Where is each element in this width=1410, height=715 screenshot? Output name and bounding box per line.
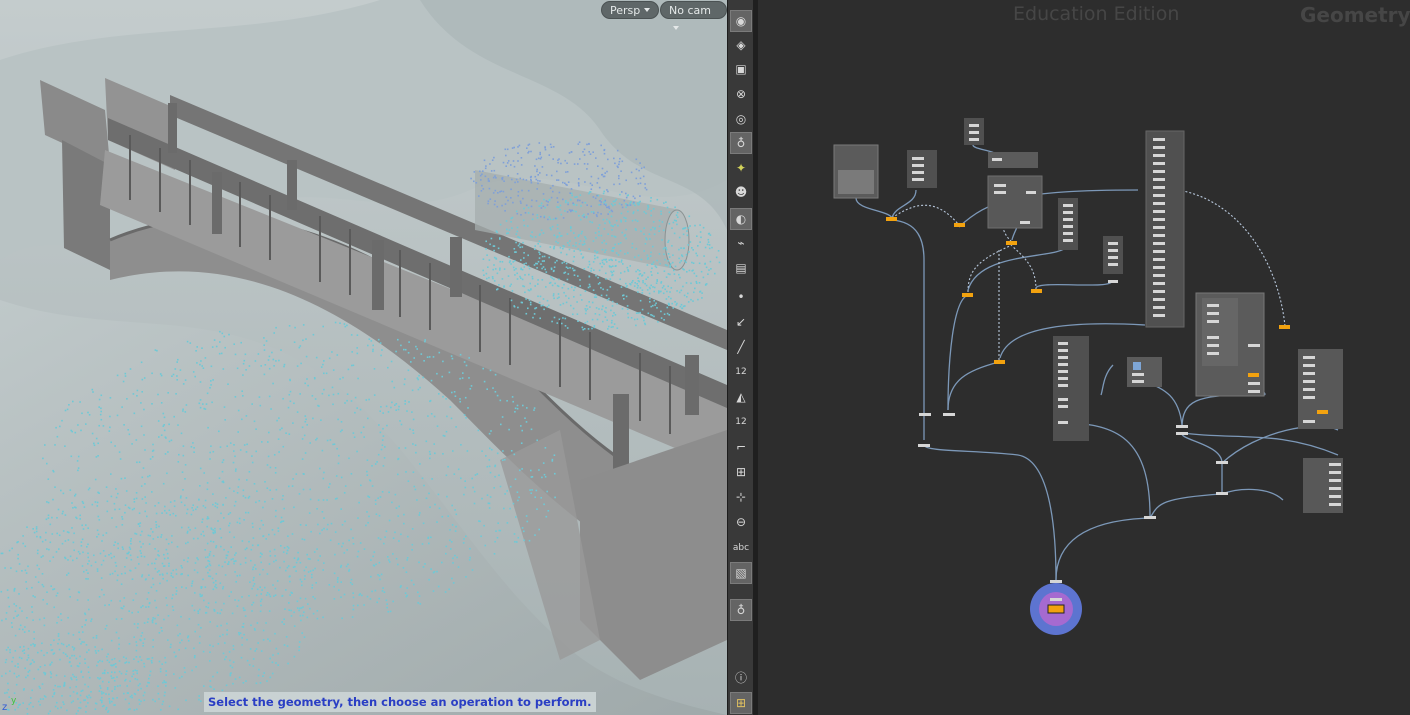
camera-select-menu[interactable]: No cam [660,1,727,30]
bulb-icon[interactable]: ♁ [730,132,752,154]
flipbook-icon[interactable]: ♁ [730,599,752,621]
axis-y-label: y [11,696,17,706]
camera-mode-menu[interactable]: Persp [601,1,660,19]
shading-mode-icon[interactable]: ◐ [730,208,752,230]
node-wires [855,144,1339,581]
node-merge-a [833,144,879,199]
point-numbers-label: 12 [735,367,747,377]
network-graph [833,118,1343,635]
axis-z-label: z [2,702,8,713]
background-image-icon[interactable]: ▧ [730,562,752,584]
chevron-down-icon [644,8,651,12]
skull-icon[interactable]: ☻ [730,181,752,203]
camera-view-icon[interactable]: ▤ [730,257,752,279]
lock-camera-icon[interactable]: ▣ [730,58,752,80]
corner-icon[interactable]: ⌐ [730,436,752,458]
chevron-down-icon [673,26,679,30]
scene-viewport[interactable]: Persp No cam Select the geometry, then c… [0,0,727,715]
bulb-green-icon[interactable]: ✦ [730,157,752,179]
display-options-icon[interactable]: ◈ [730,34,752,56]
text-abc-icon[interactable]: abc [730,537,752,559]
camera-link-icon[interactable]: ⌁ [730,232,752,254]
point-icon[interactable]: • [730,286,752,308]
text-abc-label: abc [732,543,750,553]
point-numbers-icon[interactable]: 12 [730,361,752,383]
headlight-icon[interactable]: ◎ [730,108,752,130]
viewport-canvas [0,0,727,715]
primitive-numbers-icon[interactable]: 12 [730,411,752,433]
axis-handle-icon[interactable]: ⊹ [730,486,752,508]
viewport-display-toolbar: ◉ ◈ ▣ ⊗ ◎ ♁ ✦ ☻ ◐ ⌁ ▤ • ↙ ╱ 12 ◭ 12 ⌐ ⊞ … [727,0,754,715]
output-node[interactable] [1030,580,1082,635]
primitive-display-icon[interactable]: ◭ [730,386,752,408]
stop-icon[interactable]: ⊖ [730,511,752,533]
primitive-numbers-label: 12 [735,417,747,427]
node-group [987,175,1043,229]
normal-icon[interactable]: ↙ [730,311,752,333]
eye-visibility-icon[interactable]: ◉ [730,10,752,32]
network-editor[interactable]: Education Edition Geometry [758,0,1410,715]
node-ports [912,124,1341,519]
node-boxes [833,118,1343,513]
camera-mode-label: Persp [610,4,641,17]
snap-grid-icon[interactable]: ⊞ [730,461,752,483]
node-stack-d [1103,236,1123,274]
pipette-icon[interactable]: ╱ [730,336,752,358]
node-stack-a [907,150,937,188]
camera-select-label: No cam [669,4,711,17]
viewport-status-message: Select the geometry, then choose an oper… [204,692,596,712]
light-off-icon[interactable]: ⊗ [730,83,752,105]
grid-layout-icon[interactable]: ⊞ [730,692,752,714]
info-icon[interactable]: ⓘ [730,666,752,688]
